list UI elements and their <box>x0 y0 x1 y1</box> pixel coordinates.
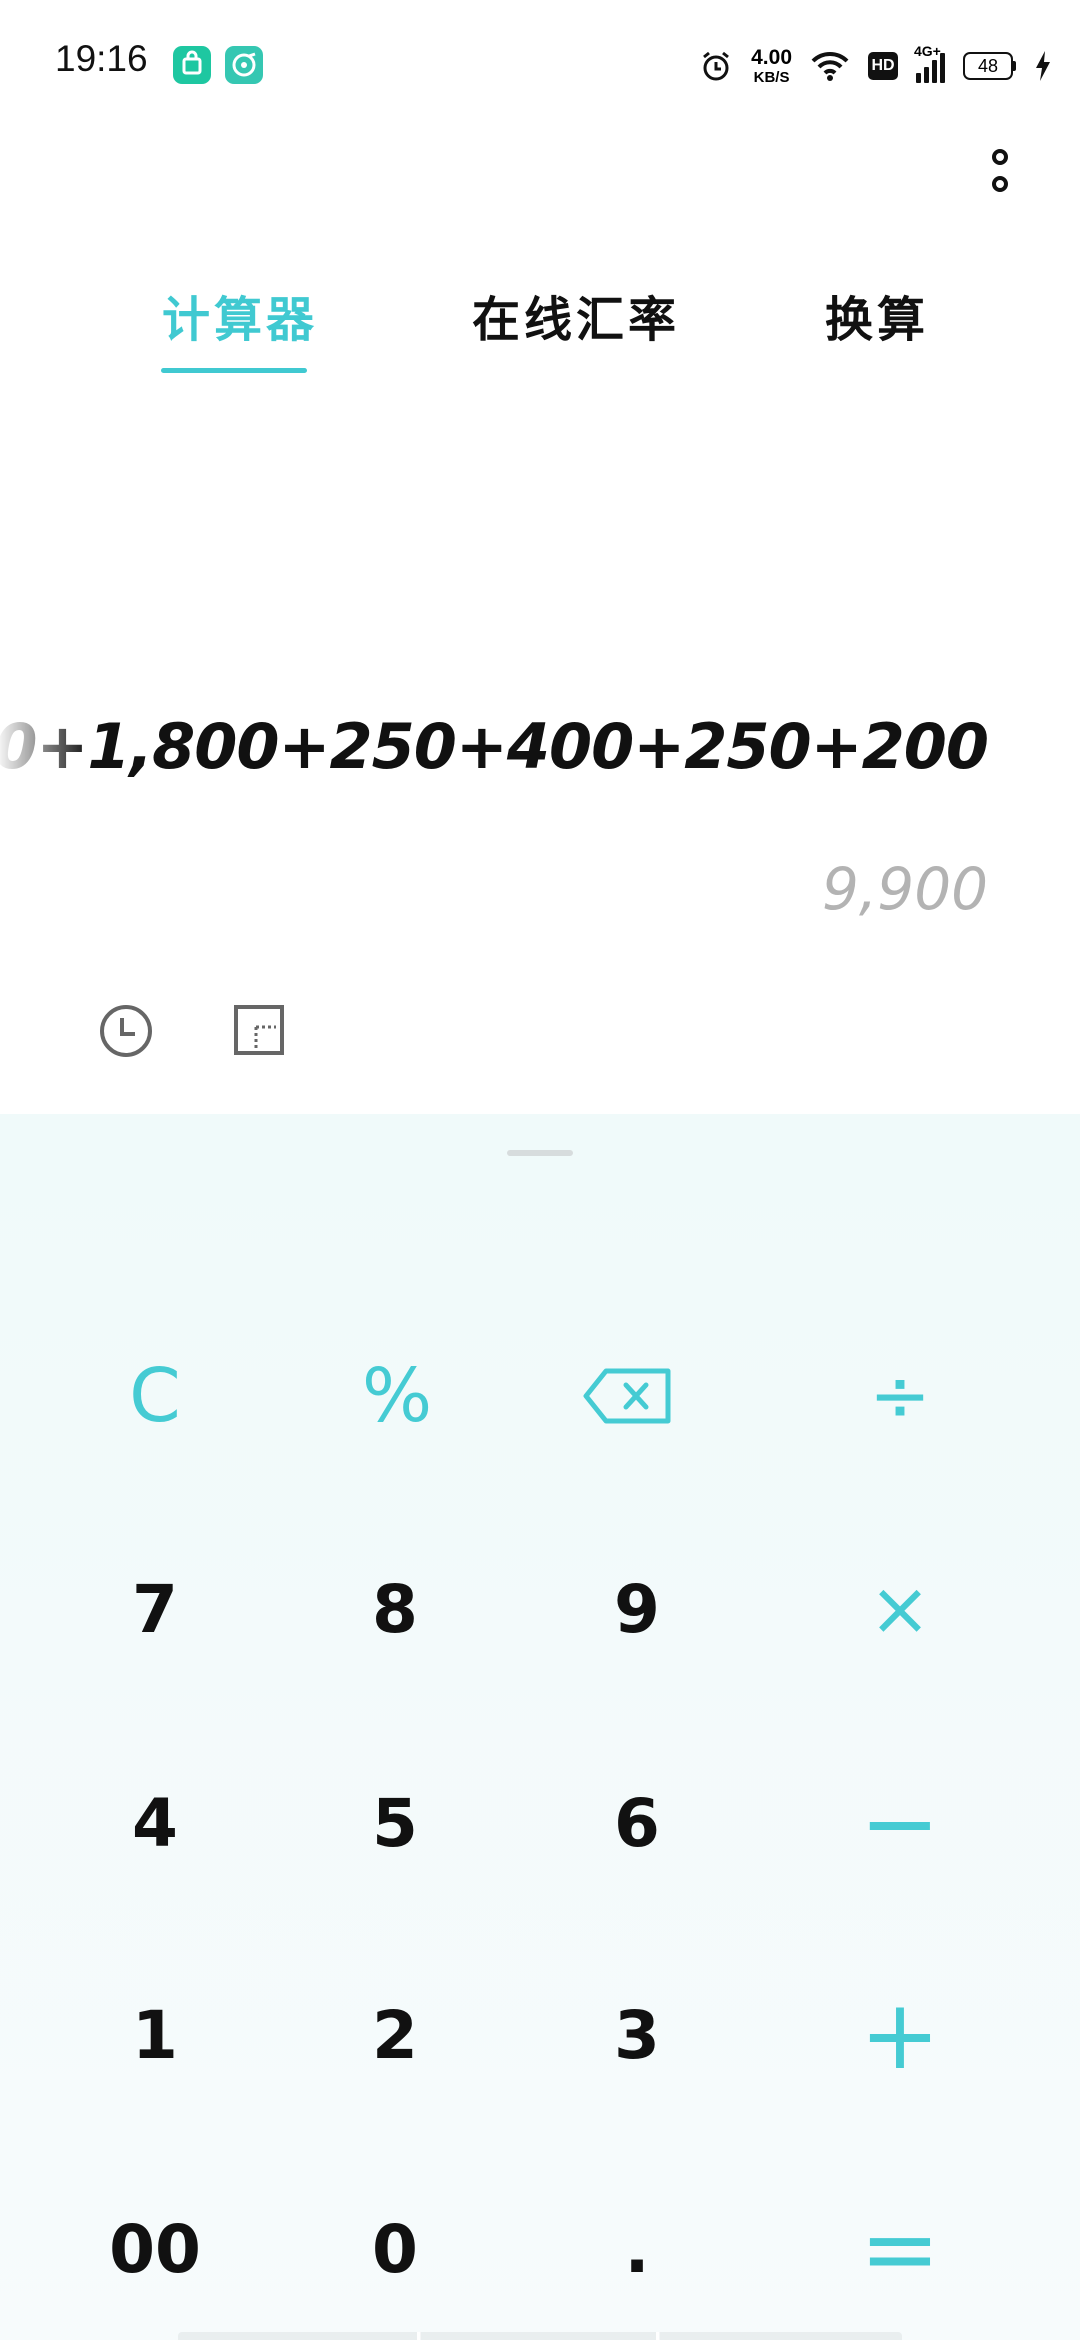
decimal-point-button[interactable]: . <box>537 2174 737 2324</box>
result-preview: 9,900 <box>821 855 988 923</box>
battery-tip <box>1013 61 1016 71</box>
app-store-icon <box>173 46 211 84</box>
multiply-button[interactable]: × <box>800 1534 1000 1684</box>
digit-4-button[interactable]: 4 <box>55 1748 255 1898</box>
signal-bar <box>924 67 929 83</box>
scientific-mode-button[interactable] <box>232 1003 288 1059</box>
subtract-button[interactable]: − <box>800 1748 1000 1898</box>
net-speed: 4.00 KB/S <box>751 47 792 85</box>
equals-button[interactable]: = <box>800 2174 1000 2324</box>
digit-5-button[interactable]: 5 <box>295 1748 495 1898</box>
net-speed-value: 4.00 <box>751 46 792 69</box>
signal-icon: 4G+ <box>914 43 945 83</box>
keypad-drag-handle[interactable] <box>507 1150 573 1156</box>
battery-level: 48 <box>963 52 1013 80</box>
add-button[interactable]: + <box>800 1960 1000 2110</box>
clear-button[interactable]: C <box>55 1321 255 1471</box>
status-icons: 4.00 KB/S HD 4G+ 48 <box>699 40 1052 92</box>
expression-fade <box>0 710 90 800</box>
digit-2-button[interactable]: 2 <box>295 1960 495 2110</box>
music-app-icon <box>225 46 263 84</box>
keypad: C % ÷ 7 8 9 × 4 5 6 − 1 2 3 + 00 0 . = <box>0 1114 1080 2340</box>
more-options-button[interactable] <box>980 145 1020 200</box>
signal-bar <box>932 60 937 83</box>
active-tab-indicator <box>161 368 307 373</box>
double-zero-button[interactable]: 00 <box>55 2174 255 2324</box>
status-bar: 19:16 4.00 KB/S HD 4G+ 48 <box>0 0 1080 130</box>
expression-display[interactable]: 200+300+400+1,800+250+400+250+200 <box>0 710 988 800</box>
tab-exchange-rate[interactable]: 在线汇率 <box>472 280 680 350</box>
digit-7-button[interactable]: 7 <box>55 1534 255 1684</box>
percent-button[interactable]: % <box>297 1321 497 1471</box>
history-button[interactable] <box>98 1003 154 1059</box>
history-clock-icon <box>100 1005 152 1057</box>
signal-bar <box>916 73 921 83</box>
digit-0-button[interactable]: 0 <box>295 2174 495 2324</box>
digit-8-button[interactable]: 8 <box>295 1534 495 1684</box>
digit-3-button[interactable]: 3 <box>537 1960 737 2110</box>
digit-6-button[interactable]: 6 <box>537 1748 737 1898</box>
battery-icon: 48 <box>963 52 1016 80</box>
scientific-mode-icon <box>234 1005 284 1055</box>
wifi-icon <box>811 51 849 81</box>
backspace-icon <box>583 1368 671 1424</box>
charging-icon <box>1036 51 1050 81</box>
hd-icon: HD <box>868 52 898 80</box>
backspace-button[interactable] <box>527 1321 727 1471</box>
status-time: 19:16 <box>55 38 148 79</box>
tab-calculator[interactable]: 计算器 <box>162 280 318 350</box>
net-speed-unit: KB/S <box>753 69 790 86</box>
alarm-icon <box>703 51 730 81</box>
digit-9-button[interactable]: 9 <box>537 1534 737 1684</box>
tab-conversion[interactable]: 换算 <box>825 280 929 350</box>
network-type: 4G+ <box>914 43 941 59</box>
expression-text: 200+300+400+1,800+250+400+250+200 <box>0 710 988 783</box>
divide-button[interactable]: ÷ <box>800 1321 1000 1471</box>
home-indicator[interactable] <box>178 2332 902 2340</box>
digit-1-button[interactable]: 1 <box>55 1960 255 2110</box>
more-vertical-icon <box>992 149 1008 192</box>
